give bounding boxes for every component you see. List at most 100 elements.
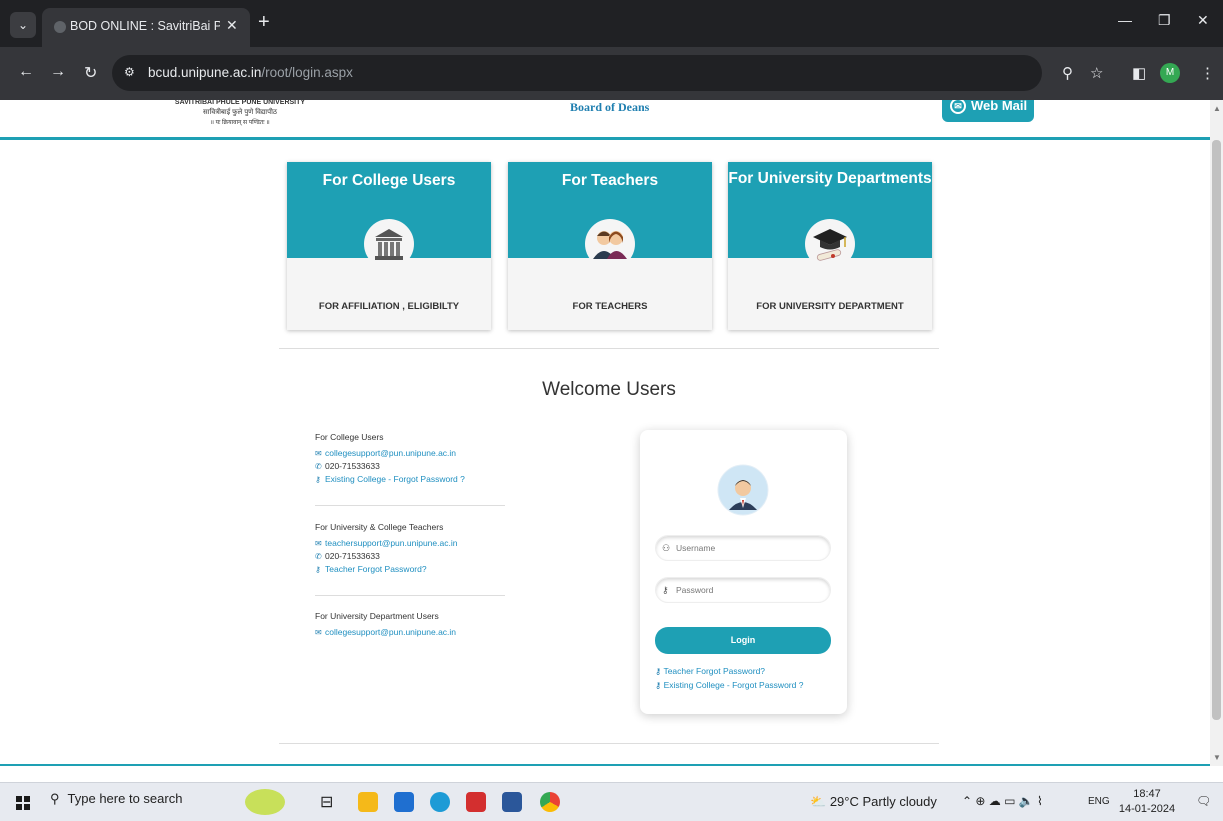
login-button[interactable]: Login: [655, 627, 831, 654]
university-logo: SAVITRIBAI PHULE PUNE UNIVERSITY सावित्र…: [174, 100, 306, 126]
page-scrollbar[interactable]: ▲ ▼: [1210, 100, 1223, 766]
card-title: For College Users: [322, 172, 456, 189]
restore-icon[interactable]: ❐: [1158, 12, 1171, 29]
divider: [315, 595, 505, 596]
browser-toolbar: ← → ↻ ⚙ bcud.unipune.ac.in/root/login.as…: [0, 47, 1223, 100]
college-users-card[interactable]: For College Users FOR AFFILIATION , ELIG…: [287, 162, 491, 330]
new-tab-button[interactable]: +: [258, 11, 270, 34]
tennis-widget-icon[interactable]: [245, 789, 285, 815]
key-icon: ⚷: [662, 585, 669, 595]
weather-icon: ⛅: [810, 794, 827, 809]
user-icon: ⚇: [662, 543, 671, 553]
mail-icon: ✉: [950, 100, 966, 114]
site-favicon-icon: [54, 21, 66, 33]
phone-icon: ✆: [315, 552, 322, 561]
college-email-link[interactable]: collegesupport@pun.unipune.ac.in: [325, 448, 456, 458]
bookmark-star-icon[interactable]: ☆: [1090, 64, 1103, 82]
contact-heading: For University Department Users: [315, 611, 439, 621]
teachers-contact: For University & College Teachers ✉ teach…: [315, 521, 457, 576]
department-contact: For University Department Users ✉ college…: [315, 610, 456, 639]
card-subtitle: FOR UNIVERSITY DEPARTMENT: [756, 301, 904, 312]
welcome-panel: Welcome Users For College Users ✉ college…: [279, 348, 939, 744]
word-icon[interactable]: [502, 792, 522, 812]
close-window-icon[interactable]: ✕: [1197, 12, 1209, 29]
reload-icon[interactable]: ↻: [84, 63, 97, 83]
task-view-icon[interactable]: ⊟: [320, 792, 340, 812]
user-avatar-icon: [717, 464, 769, 516]
teachers-email-link[interactable]: teachersupport@pun.unipune.ac.in: [325, 538, 457, 548]
username-placeholder: Username: [676, 543, 716, 553]
teachers-icon: [585, 219, 635, 269]
site-footer: [0, 764, 1210, 766]
file-explorer-icon[interactable]: [358, 792, 378, 812]
envelope-icon: ✉: [315, 628, 322, 637]
browser-tab[interactable]: BOD ONLINE : SavitriBai Phule P ✕: [42, 8, 250, 47]
envelope-icon: ✉: [315, 539, 322, 548]
scrollbar-thumb[interactable]: [1212, 140, 1221, 720]
teacher-forgot-link[interactable]: Teacher Forgot Password?: [325, 564, 427, 574]
taskbar-search[interactable]: ⚲ Type here to search: [50, 791, 182, 807]
university-departments-card[interactable]: For University Departments FOR UNIVERSIT…: [728, 162, 932, 330]
acrobat-icon[interactable]: [466, 792, 486, 812]
welcome-heading: Welcome Users: [542, 379, 676, 400]
address-bar[interactable]: ⚙ bcud.unipune.ac.in/root/login.aspx: [112, 55, 1042, 91]
divider: [315, 505, 505, 506]
language-indicator[interactable]: ENG: [1088, 796, 1110, 807]
key-icon: ⚷: [655, 680, 662, 690]
envelope-icon: ✉: [315, 449, 322, 458]
menu-icon[interactable]: ⋮: [1200, 64, 1215, 82]
college-contact: For College Users ✉ collegesupport@pun.un…: [315, 431, 465, 486]
site-settings-icon[interactable]: ⚙: [124, 65, 135, 79]
college-phone: 020-71533633: [325, 461, 380, 471]
contact-heading: For College Users: [315, 432, 384, 442]
tab-title: BOD ONLINE : SavitriBai Phule P: [70, 19, 220, 33]
edge-browser-icon[interactable]: [430, 792, 450, 812]
scroll-down-icon[interactable]: ▼: [1213, 753, 1221, 762]
weather-widget[interactable]: ⛅ 29°C Partly cloudy: [810, 794, 937, 810]
card-title: For Teachers: [561, 172, 659, 189]
back-icon[interactable]: ←: [18, 63, 34, 81]
password-input[interactable]: ⚷ Password: [655, 577, 831, 603]
username-input[interactable]: ⚇ Username: [655, 535, 831, 561]
password-placeholder: Password: [676, 585, 714, 595]
url-text: bcud.unipune.ac.in/root/login.aspx: [148, 65, 353, 80]
page-viewport: SAVITRIBAI PHULE PUNE UNIVERSITY सावित्र…: [0, 100, 1210, 766]
minimize-icon[interactable]: —: [1118, 12, 1132, 28]
card-title: For University Departments: [728, 170, 932, 187]
card-subtitle: FOR TEACHERS: [572, 301, 648, 312]
search-icon: ⚲: [50, 791, 60, 806]
teachers-phone: 020-71533633: [325, 551, 380, 561]
windows-taskbar: ⚲ Type here to search ⊟ ⛅ 29°C Partly clo…: [0, 782, 1223, 821]
contact-heading: For University & College Teachers: [315, 522, 444, 532]
university-building-icon: [364, 219, 414, 269]
profile-avatar[interactable]: M: [1160, 63, 1180, 83]
side-panel-icon[interactable]: ◧: [1132, 64, 1146, 82]
login-form: ⚇ Username ⚷ Password Login ⚷ Teacher Fo…: [640, 430, 847, 714]
system-tray-icons[interactable]: ⌃ ⊕ ☁ ▭ 🔈 ⌇: [962, 794, 1043, 808]
browser-tab-bar: ⌄ BOD ONLINE : SavitriBai Phule P ✕ + — …: [0, 0, 1223, 47]
windows-start-icon[interactable]: [16, 796, 30, 810]
teachers-card[interactable]: For Teachers FOR TEACHERS: [508, 162, 712, 330]
site-header: SAVITRIBAI PHULE PUNE UNIVERSITY सावित्र…: [0, 100, 1210, 140]
mail-app-icon[interactable]: [394, 792, 414, 812]
chrome-icon[interactable]: [540, 792, 560, 812]
board-title: Board of Deans: [570, 100, 650, 114]
college-forgot-password-link[interactable]: ⚷ Existing College - Forgot Password ?: [655, 680, 803, 691]
zoom-icon[interactable]: ⚲: [1062, 64, 1073, 82]
taskbar-clock[interactable]: 18:47 14-01-2024: [1118, 787, 1176, 817]
tab-search-button[interactable]: ⌄: [10, 12, 36, 38]
department-email-link[interactable]: collegesupport@pun.unipune.ac.in: [325, 627, 456, 637]
forward-icon[interactable]: →: [50, 63, 66, 81]
key-icon: ⚷: [315, 475, 321, 484]
key-icon: ⚷: [315, 565, 321, 574]
key-icon: ⚷: [655, 666, 662, 676]
close-tab-icon[interactable]: ✕: [226, 17, 238, 34]
card-subtitle: FOR AFFILIATION , ELIGIBILTY: [318, 301, 460, 312]
teacher-forgot-password-link[interactable]: ⚷ Teacher Forgot Password?: [655, 666, 765, 677]
scroll-up-icon[interactable]: ▲: [1213, 104, 1221, 113]
graduation-cap-icon: [805, 219, 855, 269]
web-mail-button[interactable]: ✉ Web Mail: [942, 100, 1034, 122]
phone-icon: ✆: [315, 462, 322, 471]
college-forgot-link[interactable]: Existing College - Forgot Password ?: [325, 474, 465, 484]
notification-icon[interactable]: 🗨: [1196, 794, 1211, 808]
